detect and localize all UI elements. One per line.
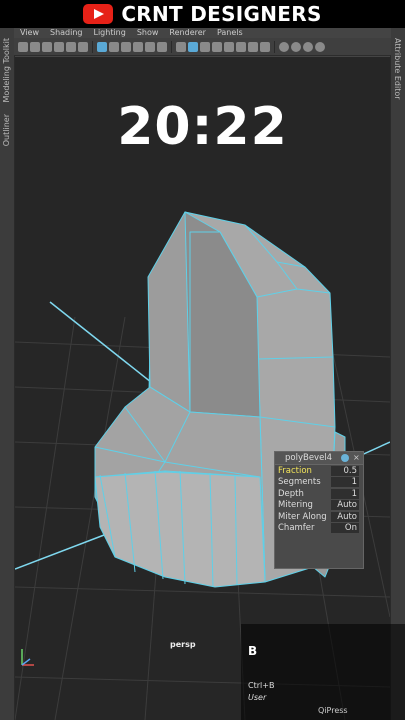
- wireframe-icon[interactable]: [176, 41, 186, 52]
- bevel-row-value[interactable]: 1: [331, 477, 359, 488]
- bevel-row-mitering[interactable]: Mitering Auto: [275, 500, 363, 512]
- poly-bevel-panel[interactable]: polyBevel4 × Fraction 0.5 Segments 1 Depth…: [274, 451, 364, 569]
- backface-culling-icon[interactable]: [303, 41, 313, 52]
- panel-menu-bar: View Shading Lighting Show Renderer Pane…: [14, 28, 391, 38]
- bevel-row-depth[interactable]: Depth 1: [275, 488, 363, 500]
- tab-attribute-editor[interactable]: Attribute Editor: [393, 38, 402, 100]
- bevel-row-miter-along[interactable]: Miter Along Auto: [275, 511, 363, 523]
- grid-icon[interactable]: [97, 41, 107, 52]
- user-label: User: [248, 693, 267, 702]
- poly-bevel-header: polyBevel4 ×: [275, 452, 363, 465]
- close-icon[interactable]: ×: [353, 454, 360, 462]
- toolbar-divider: [92, 40, 93, 53]
- field-chart-icon[interactable]: [145, 41, 155, 52]
- bevel-row-value[interactable]: On: [331, 523, 359, 534]
- banner: CRNT DESIGNERS: [0, 0, 405, 28]
- resolution-gate-icon[interactable]: [121, 41, 131, 52]
- gate-mask-icon[interactable]: [133, 41, 143, 52]
- camera-label: persp: [170, 640, 196, 649]
- axis-gizmo-icon: [21, 649, 34, 666]
- bevel-row-label: Chamfer: [278, 523, 315, 534]
- bevel-row-value[interactable]: Auto: [331, 511, 359, 522]
- image-plane-icon[interactable]: [54, 41, 64, 52]
- bevel-row-segments[interactable]: Segments 1: [275, 477, 363, 489]
- exposure-icon[interactable]: [315, 41, 325, 52]
- safe-action-icon[interactable]: [157, 41, 167, 52]
- textured-icon[interactable]: [212, 41, 222, 52]
- ambient-occlusion-icon[interactable]: [248, 41, 258, 52]
- 3d-viewport[interactable]: 20:22 polyBevel4 × Fraction 0.5 Segments 1…: [15, 57, 390, 720]
- lighting-icon[interactable]: [224, 41, 234, 52]
- toolbar-divider: [274, 40, 275, 53]
- tab-outliner[interactable]: Outliner: [2, 114, 11, 146]
- bevel-row-label: Fraction: [278, 465, 312, 476]
- bevel-row-fraction[interactable]: Fraction 0.5: [275, 465, 363, 477]
- right-side-panel: Attribute Editor: [390, 28, 405, 720]
- key-pressed: B: [248, 644, 258, 658]
- bevel-row-label: Segments: [278, 477, 321, 488]
- shortcut-label: Ctrl+B: [248, 681, 275, 690]
- bevel-row-value[interactable]: Auto: [331, 500, 359, 511]
- maya-window: Modeling Toolkit Outliner Attribute Edit…: [0, 28, 405, 720]
- menu-panels[interactable]: Panels: [211, 28, 248, 38]
- isolate-select-icon[interactable]: [260, 41, 270, 52]
- shadows-icon[interactable]: [236, 41, 246, 52]
- bevel-row-value[interactable]: 1: [331, 488, 359, 499]
- menu-renderer[interactable]: Renderer: [163, 28, 211, 38]
- smooth-shade-icon[interactable]: [188, 41, 198, 52]
- camera-icon[interactable]: [18, 41, 28, 52]
- poly-bevel-title: polyBevel4: [285, 453, 333, 463]
- menu-show[interactable]: Show: [131, 28, 164, 38]
- left-side-panel: Modeling Toolkit Outliner: [0, 28, 15, 720]
- grease-pencil-icon[interactable]: [78, 41, 88, 52]
- xray-icon[interactable]: [279, 41, 289, 52]
- bevel-row-label: Mitering: [278, 500, 313, 511]
- node-status-icon[interactable]: [341, 454, 349, 462]
- tab-modeling-toolkit[interactable]: Modeling Toolkit: [2, 38, 11, 102]
- timer-overlay: 20:22: [117, 97, 288, 157]
- 2d-pan-icon[interactable]: [66, 41, 76, 52]
- bevel-row-label: Depth: [278, 488, 304, 499]
- panel-toolbar: [14, 38, 391, 56]
- film-gate-icon[interactable]: [109, 41, 119, 52]
- default-material-icon[interactable]: [200, 41, 210, 52]
- camera-attributes-icon[interactable]: [30, 41, 40, 52]
- bookmark-icon[interactable]: [42, 41, 52, 52]
- menu-view[interactable]: View: [14, 28, 44, 38]
- toolbar-divider: [171, 40, 172, 53]
- brand-watermark: QiPress: [318, 706, 348, 715]
- bevel-row-chamfer[interactable]: Chamfer On: [275, 523, 363, 535]
- youtube-logo-icon: [83, 4, 114, 24]
- xray-joints-icon[interactable]: [291, 41, 301, 52]
- banner-title: CRNT DESIGNERS: [121, 2, 322, 26]
- bevel-row-value[interactable]: 0.5: [331, 465, 359, 476]
- menu-lighting[interactable]: Lighting: [87, 28, 130, 38]
- menu-shading[interactable]: Shading: [44, 28, 88, 38]
- bevel-row-label: Miter Along: [278, 511, 327, 522]
